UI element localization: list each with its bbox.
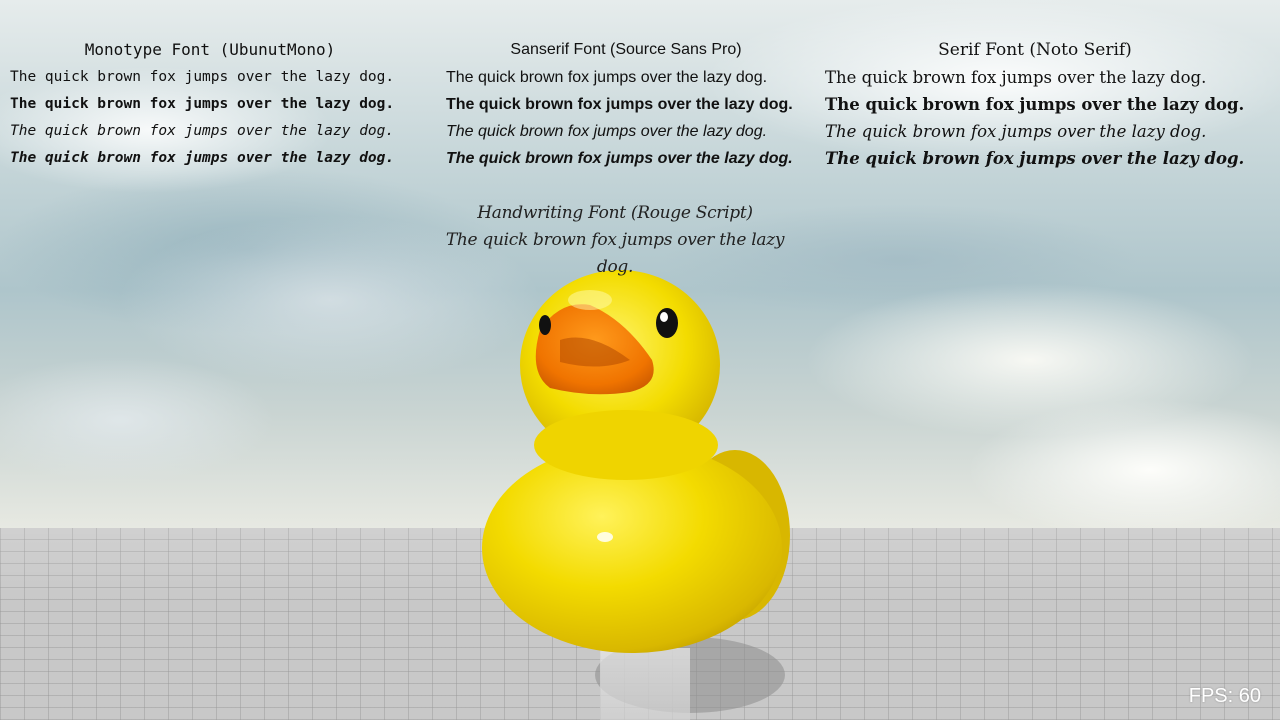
monotype-italic-text: The quick brown fox jumps over the lazy … (10, 123, 395, 139)
sanserif-bold-italic-text: The quick brown fox jumps over the lazy … (446, 150, 793, 167)
handwriting-font-title: Handwriting Font (Rouge Script) (477, 203, 753, 223)
serif-bold-italic-text: The quick brown fox jumps over the lazy … (825, 149, 1245, 168)
fps-counter: FPS: 60 (1188, 685, 1261, 707)
3d-scene-viewport[interactable]: Monotype Font (UbunutMono) The quick bro… (0, 0, 1280, 720)
monotype-font-sample: Monotype Font (UbunutMono) The quick bro… (10, 38, 410, 172)
sanserif-bold-text: The quick brown fox jumps over the lazy … (446, 96, 793, 113)
monotype-bold-italic-text: The quick brown fox jumps over the lazy … (10, 150, 395, 166)
sanserif-font-title: Sanserif Font (Source Sans Pro) (510, 41, 742, 58)
serif-font-title: Serif Font (Noto Serif) (938, 40, 1132, 60)
serif-bold-text: The quick brown fox jumps over the lazy … (825, 95, 1245, 114)
monotype-font-title: Monotype Font (UbunutMono) (84, 40, 336, 59)
handwriting-font-sample: Handwriting Font (Rouge Script) The quic… (430, 200, 800, 281)
serif-font-sample: Serif Font (Noto Serif) The quick brown … (825, 38, 1245, 172)
monotype-bold-text: The quick brown fox jumps over the lazy … (10, 96, 395, 112)
sanserif-regular-text: The quick brown fox jumps over the lazy … (446, 69, 768, 86)
serif-italic-text: The quick brown fox jumps over the lazy … (825, 122, 1207, 141)
monotype-regular-text: The quick brown fox jumps over the lazy … (10, 69, 395, 85)
serif-regular-text: The quick brown fox jumps over the lazy … (825, 68, 1207, 87)
handwriting-sample-text: The quick brown fox jumps over the lazy … (445, 230, 785, 277)
sanserif-font-sample: Sanserif Font (Source Sans Pro) The quic… (446, 38, 806, 172)
sanserif-italic-text: The quick brown fox jumps over the lazy … (446, 123, 768, 140)
